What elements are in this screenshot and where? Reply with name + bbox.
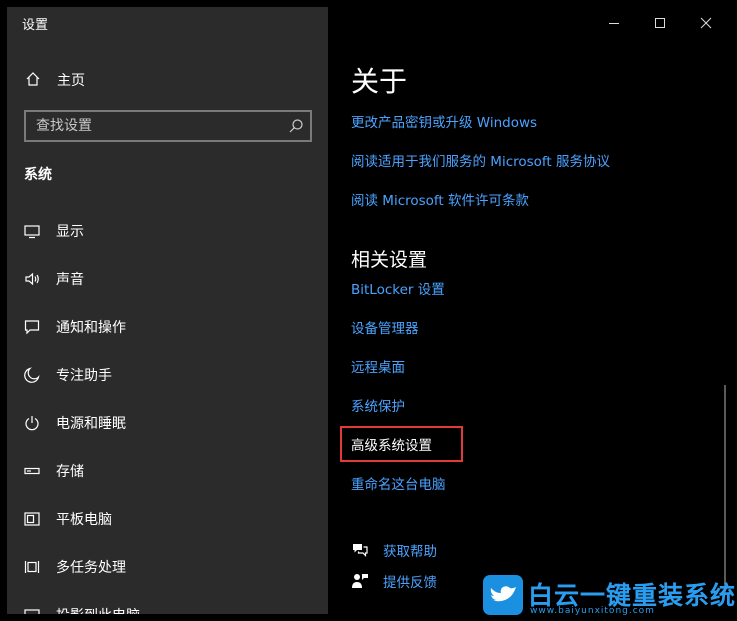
sidebar-item-label: 声音	[56, 272, 84, 288]
sidebar-item-project[interactable]: 投影到此电脑	[7, 599, 328, 614]
remote-desktop-link[interactable]: 远程桌面	[351, 356, 405, 376]
close-icon	[700, 17, 712, 29]
advanced-system-settings-link[interactable]: 高级系统设置	[351, 434, 432, 454]
message-icon	[24, 320, 40, 335]
search-box[interactable]	[24, 110, 312, 142]
close-button[interactable]	[683, 7, 729, 39]
service-agreement-link[interactable]: 阅读适用于我们服务的 Microsoft 服务协议	[351, 150, 610, 170]
bitlocker-settings-link[interactable]: BitLocker 设置	[351, 278, 445, 298]
moon-icon	[24, 367, 40, 383]
related-settings-title: 相关设置	[351, 249, 428, 271]
sidebar-item-focus-assist[interactable]: 专注助手	[7, 359, 328, 407]
tablet-icon	[24, 512, 40, 526]
sidebar-item-label: 通知和操作	[56, 320, 126, 336]
sidebar-item-label: 存储	[56, 464, 84, 480]
change-product-key-link[interactable]: 更改产品密钥或升级 Windows	[351, 111, 537, 131]
maximize-icon	[655, 18, 665, 28]
watermark-url: www.baiyunxitong.com	[530, 606, 655, 616]
sidebar-item-notifications[interactable]: 通知和操作	[7, 311, 328, 359]
sidebar-item-label: 多任务处理	[56, 560, 126, 576]
home-icon	[26, 72, 40, 86]
main-content: 关于 更改产品密钥或升级 Windows 阅读适用于我们服务的 Microsof…	[328, 7, 730, 614]
maximize-button[interactable]	[637, 7, 683, 39]
monitor-icon	[24, 225, 40, 239]
sidebar-item-sound[interactable]: 声音	[7, 263, 328, 311]
sidebar-item-label: 平板电脑	[56, 512, 112, 528]
search-icon[interactable]	[288, 118, 304, 134]
feedback-person-icon	[352, 574, 368, 588]
sidebar-item-display[interactable]: 显示	[7, 215, 328, 263]
get-help-label: 获取帮助	[383, 544, 437, 560]
sidebar-item-label: 投影到此电脑	[56, 605, 140, 614]
minimize-icon	[609, 23, 619, 24]
multitask-icon	[24, 561, 40, 573]
sidebar: 设置 主页 系统 显示 声音 通知和操作 专注	[7, 7, 328, 614]
sidebar-item-power-sleep[interactable]: 电源和睡眠	[7, 407, 328, 455]
search-input[interactable]	[26, 112, 276, 140]
sidebar-home[interactable]: 主页	[7, 63, 328, 95]
help-chat-icon	[353, 544, 368, 557]
speaker-icon	[25, 272, 39, 286]
license-terms-link[interactable]: 阅读 Microsoft 软件许可条款	[351, 189, 529, 209]
sidebar-item-label: 电源和睡眠	[56, 416, 126, 432]
settings-window: 设置 主页 系统 显示 声音 通知和操作 专注	[7, 7, 730, 614]
sidebar-home-label: 主页	[57, 73, 85, 89]
get-help-link[interactable]: 获取帮助	[351, 539, 551, 561]
sidebar-item-tablet[interactable]: 平板电脑	[7, 503, 328, 551]
sidebar-item-label: 专注助手	[56, 368, 112, 384]
watermark: 白云一键重装系统 www.baiyunxitong.com	[483, 575, 735, 621]
minimize-button[interactable]	[591, 7, 637, 39]
rename-pc-link[interactable]: 重命名这台电脑	[351, 473, 446, 493]
bird-logo-icon	[483, 575, 523, 615]
page-title: 关于	[351, 65, 408, 98]
system-protection-link[interactable]: 系统保护	[351, 395, 405, 415]
storage-icon	[24, 467, 40, 475]
sidebar-item-multitasking[interactable]: 多任务处理	[7, 551, 328, 599]
scrollbar[interactable]	[724, 385, 726, 595]
window-title: 设置	[22, 18, 49, 33]
projector-icon	[24, 609, 40, 614]
power-icon	[25, 416, 39, 431]
sidebar-nav: 显示 声音 通知和操作 专注助手 电源和睡眠 存储 平板电脑 多任务处理	[7, 215, 328, 614]
sidebar-item-storage[interactable]: 存储	[7, 455, 328, 503]
sidebar-item-label: 显示	[56, 224, 84, 240]
give-feedback-label: 提供反馈	[383, 575, 437, 591]
section-label: 系统	[24, 167, 52, 183]
device-manager-link[interactable]: 设备管理器	[351, 317, 419, 337]
